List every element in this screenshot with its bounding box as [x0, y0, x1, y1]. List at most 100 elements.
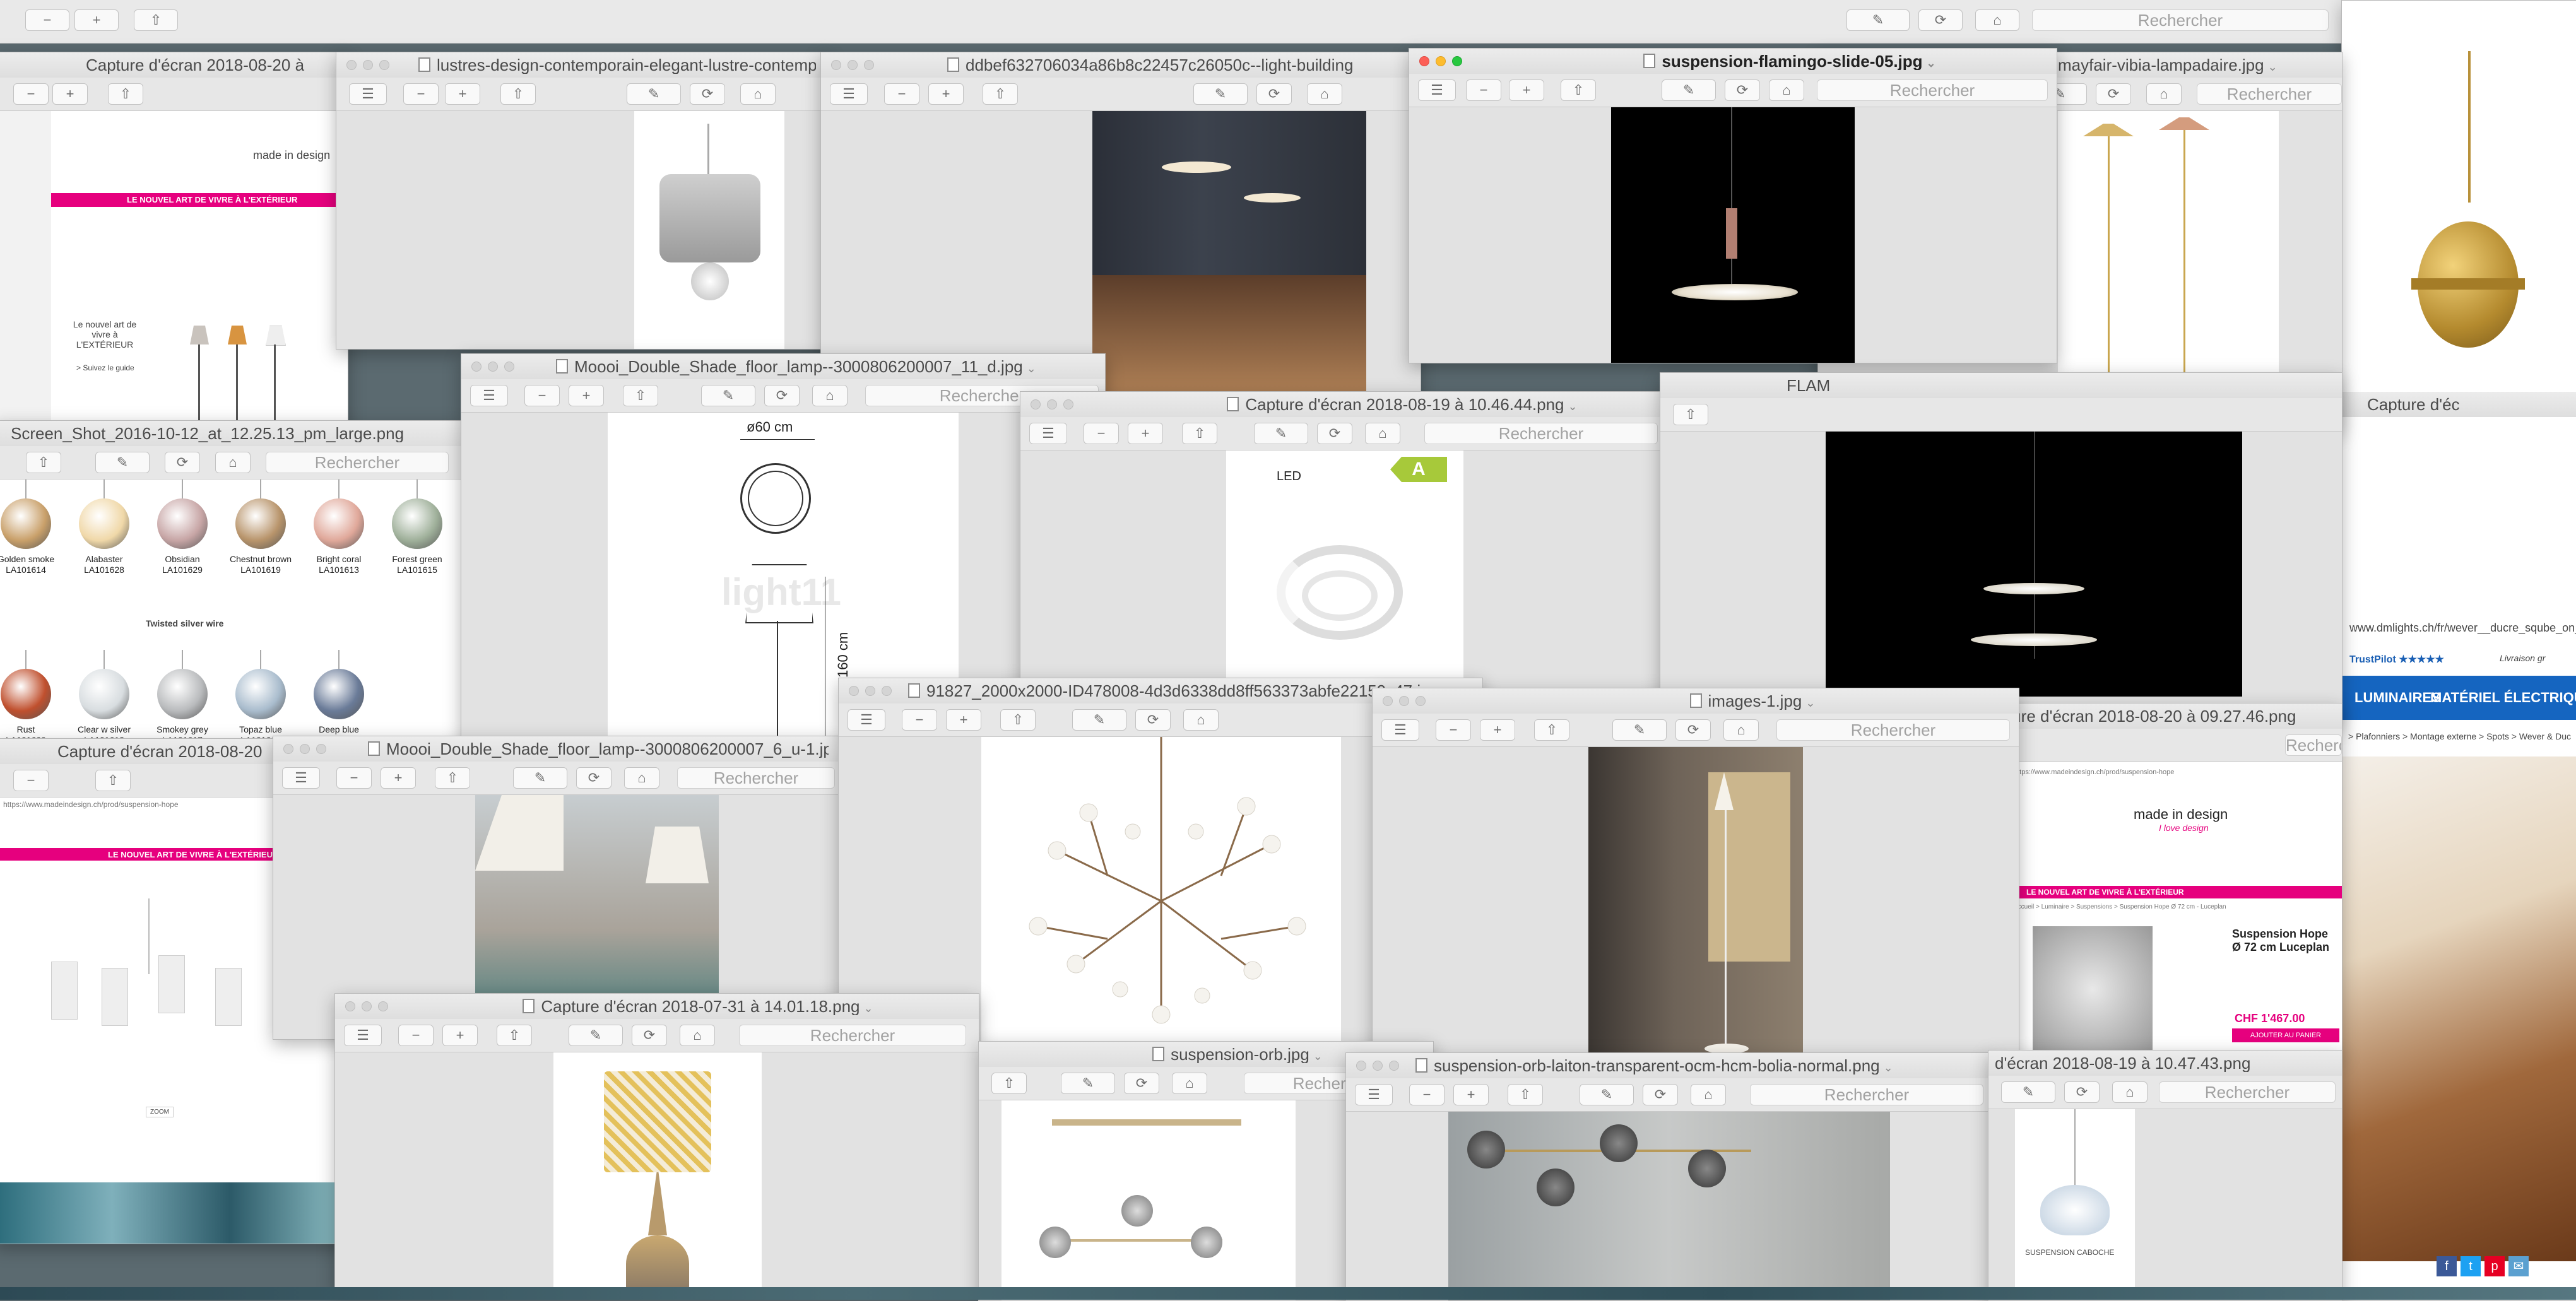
close-button[interactable]	[831, 60, 841, 70]
zoom-out-button[interactable]: −	[13, 770, 49, 791]
zoom-in-button[interactable]: +	[1128, 423, 1163, 444]
search-field[interactable]: Rechercher	[2197, 83, 2342, 105]
share-button[interactable]: ⇧	[95, 770, 131, 791]
rotate-button[interactable]: ⟳	[1135, 709, 1171, 731]
search-field[interactable]: Rechercher	[739, 1025, 966, 1046]
minimize-button[interactable]	[300, 744, 310, 754]
add-to-cart-button[interactable]: AJOUTER AU PANIER	[2232, 1028, 2339, 1042]
rotate-button[interactable]: ⟳	[1124, 1073, 1159, 1094]
share-button[interactable]: ⇧	[26, 452, 61, 473]
minimize-button[interactable]	[363, 60, 373, 70]
twitter-icon[interactable]: t	[2461, 1256, 2481, 1276]
rotate-button[interactable]: ⟳	[1918, 9, 1963, 31]
minimize-button[interactable]	[362, 1001, 372, 1011]
rotate-button[interactable]: ⟳	[1725, 79, 1760, 101]
rotate-button[interactable]: ⟳	[2096, 83, 2131, 105]
close-button[interactable]	[1383, 696, 1393, 706]
search-field[interactable]: Rechercher	[266, 452, 449, 473]
sidebar-button[interactable]: ☰	[344, 1025, 382, 1046]
search-field[interactable]: Rechercher	[2032, 9, 2329, 31]
markup-button[interactable]: ✎	[627, 83, 681, 105]
zoom-out-button[interactable]: −	[25, 9, 69, 31]
zoom-in-button[interactable]: +	[946, 709, 981, 731]
sidebar-button[interactable]: ☰	[349, 83, 387, 105]
close-button[interactable]	[471, 362, 482, 372]
window-capture-0820-0927[interactable]: ture d'écran 2018-08-20 à 09.27.46.png R…	[2007, 703, 2343, 1057]
share-button[interactable]: ⇧	[1673, 404, 1708, 425]
zoom-button[interactable]	[379, 60, 389, 70]
toolbox-button[interactable]: ⌂	[1172, 1073, 1207, 1094]
sidebar-button[interactable]: ☰	[830, 83, 868, 105]
zoom-button[interactable]	[1063, 399, 1073, 409]
markup-button[interactable]: ✎	[569, 1025, 623, 1046]
zoom-button[interactable]	[864, 60, 874, 70]
zoom-in-button[interactable]: +	[1453, 1084, 1489, 1105]
window-screen-shot[interactable]: Screen_Shot_2016-10-12_at_12.25.13_pm_la…	[0, 420, 462, 762]
zoom-out-button[interactable]: −	[1409, 1084, 1445, 1105]
minimize-button[interactable]	[1373, 1061, 1383, 1071]
markup-button[interactable]: ✎	[2001, 1081, 2055, 1103]
markup-button[interactable]: ✎	[95, 452, 150, 473]
window-lustres[interactable]: lustres-design-contemporain-elegant-lust…	[336, 52, 829, 350]
toolbox-button[interactable]: ⌂	[215, 452, 251, 473]
zoom-button[interactable]	[1452, 56, 1462, 66]
close-button[interactable]	[1419, 56, 1429, 66]
close-button[interactable]	[283, 744, 293, 754]
search-field[interactable]: Rechercher	[1817, 79, 2048, 101]
minimize-button[interactable]	[848, 60, 858, 70]
zoom-in-button[interactable]: +	[928, 83, 964, 105]
markup-button[interactable]: ✎	[1193, 83, 1248, 105]
sidebar-button[interactable]: ☰	[1418, 79, 1456, 101]
zoom-in-button[interactable]: +	[1480, 719, 1515, 741]
share-button[interactable]: ⇧	[991, 1073, 1027, 1094]
zoom-out-button[interactable]: −	[524, 385, 560, 406]
markup-button[interactable]: ✎	[1254, 423, 1308, 444]
rotate-button[interactable]: ⟳	[165, 452, 200, 473]
zoom-out-button[interactable]: −	[336, 767, 372, 789]
share-button[interactable]: ⇧	[1561, 79, 1596, 101]
share-button[interactable]: ⇧	[1000, 709, 1036, 731]
close-button[interactable]	[849, 686, 859, 696]
mail-icon[interactable]: ✉	[2508, 1256, 2529, 1276]
rotate-button[interactable]: ⟳	[632, 1025, 667, 1046]
sidebar-button[interactable]: ☰	[1381, 719, 1419, 741]
markup-button[interactable]: ✎	[513, 767, 567, 789]
promo-link[interactable]: > Suivez le guide	[76, 363, 134, 372]
toolbox-button[interactable]: ⌂	[740, 83, 776, 105]
toolbox-button[interactable]: ⌂	[1691, 1084, 1726, 1105]
zoom-out-button[interactable]: −	[902, 709, 937, 731]
markup-button[interactable]: ✎	[1061, 1073, 1115, 1094]
share-button[interactable]: ⇧	[983, 83, 1018, 105]
zoom-in-button[interactable]: +	[74, 9, 119, 31]
search-field[interactable]: Rechercher	[1776, 719, 2010, 741]
minimize-button[interactable]	[488, 362, 498, 372]
zoom-out-button[interactable]: −	[1084, 423, 1119, 444]
minimize-button[interactable]	[1436, 56, 1446, 66]
close-button[interactable]	[1031, 399, 1041, 409]
toolbox-button[interactable]: ⌂	[1769, 79, 1804, 101]
pinterest-icon[interactable]: p	[2484, 1256, 2505, 1276]
markup-button[interactable]: ✎	[1846, 9, 1910, 31]
share-button[interactable]: ⇧	[134, 9, 178, 31]
share-button[interactable]: ⇧	[623, 385, 658, 406]
rotate-button[interactable]: ⟳	[2064, 1081, 2100, 1103]
window-images-1[interactable]: images-1.jpg ⌄ ☰ − + ⇧ ✎ ⟳ ⌂ Rechercher	[1372, 688, 2019, 1093]
sidebar-button[interactable]: ☰	[848, 709, 885, 731]
share-button[interactable]: ⇧	[435, 767, 470, 789]
rotate-button[interactable]: ⟳	[1675, 719, 1711, 741]
share-button[interactable]: ⇧	[1508, 1084, 1543, 1105]
toolbox-button[interactable]: ⌂	[680, 1025, 715, 1046]
sidebar-button[interactable]: ☰	[1355, 1084, 1393, 1105]
share-button[interactable]: ⇧	[108, 83, 143, 105]
window-capture-right[interactable]: Capture d'éc www.dmlights.ch/fr/wever__d…	[2341, 0, 2576, 1301]
rotate-button[interactable]: ⟳	[1643, 1084, 1678, 1105]
zoom-button[interactable]	[378, 1001, 388, 1011]
close-button[interactable]	[345, 1001, 355, 1011]
minimize-button[interactable]	[1399, 696, 1409, 706]
toolbox-button[interactable]: ⌂	[812, 385, 848, 406]
zoom-button[interactable]	[504, 362, 514, 372]
markup-button[interactable]: ✎	[1580, 1084, 1634, 1105]
zoom-in-button[interactable]: +	[445, 83, 480, 105]
zoom-out-button[interactable]: −	[884, 83, 919, 105]
toolbox-button[interactable]: ⌂	[2112, 1081, 2148, 1103]
